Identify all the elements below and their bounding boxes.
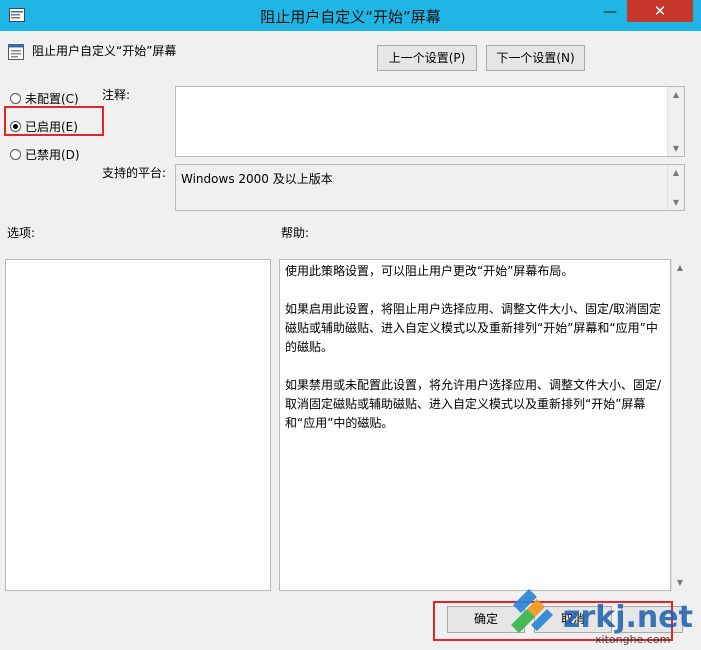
- help-paragraph: 使用此策略设置，可以阻止用户更改“开始”屏幕布局。: [285, 264, 574, 278]
- policy-name: 阻止用户自定义“开始”屏幕: [32, 44, 177, 58]
- comment-label: 注释:: [102, 88, 131, 102]
- scroll-up-icon[interactable]: ▲: [668, 90, 684, 99]
- options-panel[interactable]: [5, 259, 271, 591]
- scroll-up-icon[interactable]: ▲: [672, 263, 688, 272]
- next-setting-button[interactable]: 下一个设置(N): [486, 45, 585, 71]
- policy-icon: [8, 44, 24, 60]
- help-paragraph: 如果启用此设置，将阻止用户选择应用、调整文件大小、固定/取消固定磁贴或辅助磁贴、…: [285, 302, 662, 354]
- platform-label: 支持的平台:: [102, 166, 167, 180]
- scroll-up-icon[interactable]: ▲: [668, 168, 684, 177]
- help-text: 使用此策略设置，可以阻止用户更改“开始”屏幕布局。 如果启用此设置，将阻止用户选…: [285, 262, 669, 452]
- watermark-subtext: xitonghe.com: [595, 633, 670, 646]
- platform-field: Windows 2000 及以上版本 ▲ ▼: [175, 164, 685, 211]
- close-icon[interactable]: ✕: [627, 0, 693, 22]
- watermark-text: zrkj.net: [563, 600, 693, 635]
- radio-label: 未配置(C): [25, 91, 79, 106]
- radio-label: 已禁用(D): [25, 147, 80, 162]
- comment-field[interactable]: ▲ ▼: [175, 86, 685, 157]
- radio-disabled[interactable]: 已禁用(D): [10, 145, 80, 163]
- watermark-logo: zrkj.net xitonghe.com: [507, 585, 701, 647]
- help-scrollbar[interactable]: ▲ ▼: [671, 259, 688, 591]
- comment-scrollbar[interactable]: ▲ ▼: [667, 87, 684, 156]
- previous-setting-button[interactable]: 上一个设置(P): [377, 45, 477, 71]
- minimize-icon[interactable]: —: [600, 4, 620, 24]
- help-paragraph: 如果禁用或未配置此设置，将允许用户选择应用、调整文件大小、固定/取消固定磁贴或辅…: [285, 378, 662, 430]
- radio-not-configured[interactable]: 未配置(C): [10, 89, 79, 107]
- platform-value: Windows 2000 及以上版本: [181, 172, 333, 186]
- options-label: 选项:: [7, 226, 36, 240]
- radio-circle[interactable]: [10, 148, 21, 160]
- scroll-down-icon[interactable]: ▼: [668, 198, 684, 207]
- help-panel[interactable]: 使用此策略设置，可以阻止用户更改“开始”屏幕布局。 如果启用此设置，将阻止用户选…: [279, 259, 671, 591]
- help-label: 帮助:: [281, 226, 310, 240]
- platform-scrollbar[interactable]: ▲ ▼: [667, 165, 684, 210]
- radio-circle[interactable]: [10, 92, 21, 104]
- window-title: 阻止用户自定义“开始”屏幕: [260, 8, 441, 26]
- highlight-box: [4, 106, 104, 136]
- scroll-down-icon[interactable]: ▼: [668, 144, 684, 153]
